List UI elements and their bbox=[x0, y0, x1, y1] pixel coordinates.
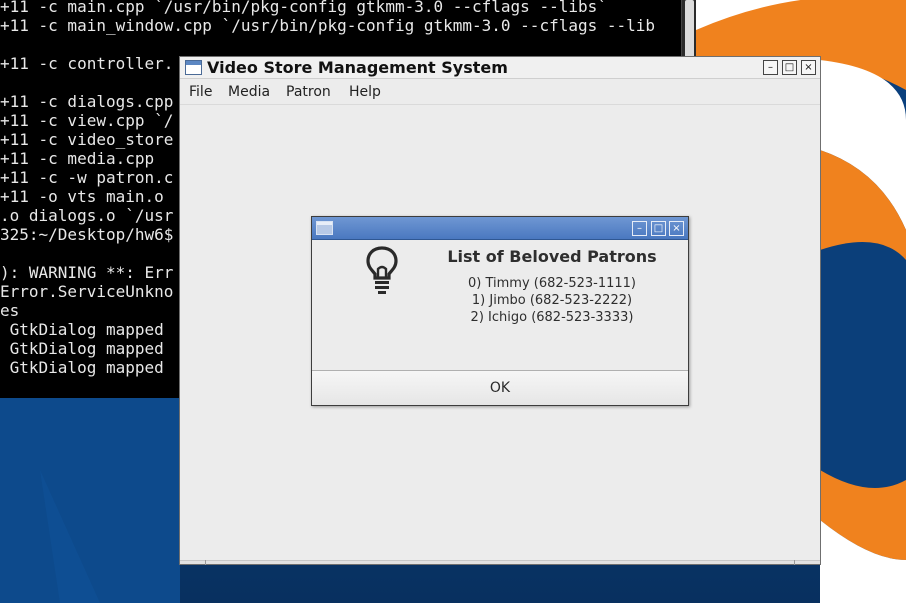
main-window-title: Video Store Management System bbox=[207, 58, 508, 77]
ok-button[interactable]: OK bbox=[312, 370, 688, 405]
menu-patron[interactable]: Patron bbox=[286, 80, 331, 105]
window-icon bbox=[316, 221, 333, 235]
terminal-line: GtkDialog mapped bbox=[0, 358, 164, 377]
terminal-line: +11 -c view.cpp `/ bbox=[0, 111, 174, 130]
main-window-titlebar[interactable]: Video Store Management System – □ × bbox=[180, 57, 820, 79]
dialog-close-button[interactable]: × bbox=[669, 221, 684, 236]
patron-list-dialog: – □ × List of Beloved Patrons 0) Timmy (… bbox=[311, 216, 689, 406]
dialog-maximize-button[interactable]: □ bbox=[651, 221, 666, 236]
patron-list-item: 2) Ichigo (682-523-3333) bbox=[470, 310, 634, 325]
terminal-line: +11 -c media.cpp bbox=[0, 149, 155, 168]
menubar: File Media Patron Help bbox=[180, 80, 820, 105]
patron-list-item: 1) Jimbo (682-523-2222) bbox=[471, 293, 633, 308]
terminal-line: .o dialogs.o `/usr bbox=[0, 206, 174, 225]
terminal-line: +11 -c main_window.cpp `/usr/bin/pkg-con… bbox=[0, 16, 656, 35]
close-button[interactable]: × bbox=[801, 60, 816, 75]
terminal-line: GtkDialog mapped bbox=[0, 320, 164, 339]
terminal-line: es bbox=[0, 301, 20, 320]
dialog-titlebar[interactable]: – □ × bbox=[312, 217, 688, 240]
window-icon bbox=[185, 60, 202, 75]
minimize-button[interactable]: – bbox=[763, 60, 778, 75]
menu-media[interactable]: Media bbox=[228, 80, 270, 105]
menu-file[interactable]: File bbox=[189, 80, 212, 105]
menu-help[interactable]: Help bbox=[349, 80, 381, 105]
terminal-line: ): WARNING **: Err bbox=[0, 263, 174, 282]
maximize-button[interactable]: □ bbox=[782, 60, 797, 75]
patron-list-item: 0) Timmy (682-523-1111) bbox=[467, 276, 637, 291]
dialog-heading: List of Beloved Patrons bbox=[447, 247, 657, 266]
terminal-line: 325:~/Desktop/hw6$ bbox=[0, 225, 174, 244]
terminal-line: +11 -c video_store bbox=[0, 130, 174, 149]
terminal-line: GtkDialog mapped bbox=[0, 339, 164, 358]
lightbulb-icon bbox=[366, 246, 398, 294]
terminal-line: +11 -c controller. bbox=[0, 54, 174, 73]
main-window-status-edge bbox=[180, 560, 820, 565]
terminal-line: +11 -o vts main.o bbox=[0, 187, 164, 206]
terminal-line: +11 -c -w patron.c bbox=[0, 168, 174, 187]
terminal-scrollbar-thumb[interactable] bbox=[685, 0, 694, 60]
terminal-line: +11 -c main.cpp `/usr/bin/pkg-config gtk… bbox=[0, 0, 607, 16]
dialog-minimize-button[interactable]: – bbox=[632, 221, 647, 236]
terminal-line: +11 -c dialogs.cpp bbox=[0, 92, 174, 111]
terminal-line: Error.ServiceUnkno bbox=[0, 282, 174, 301]
